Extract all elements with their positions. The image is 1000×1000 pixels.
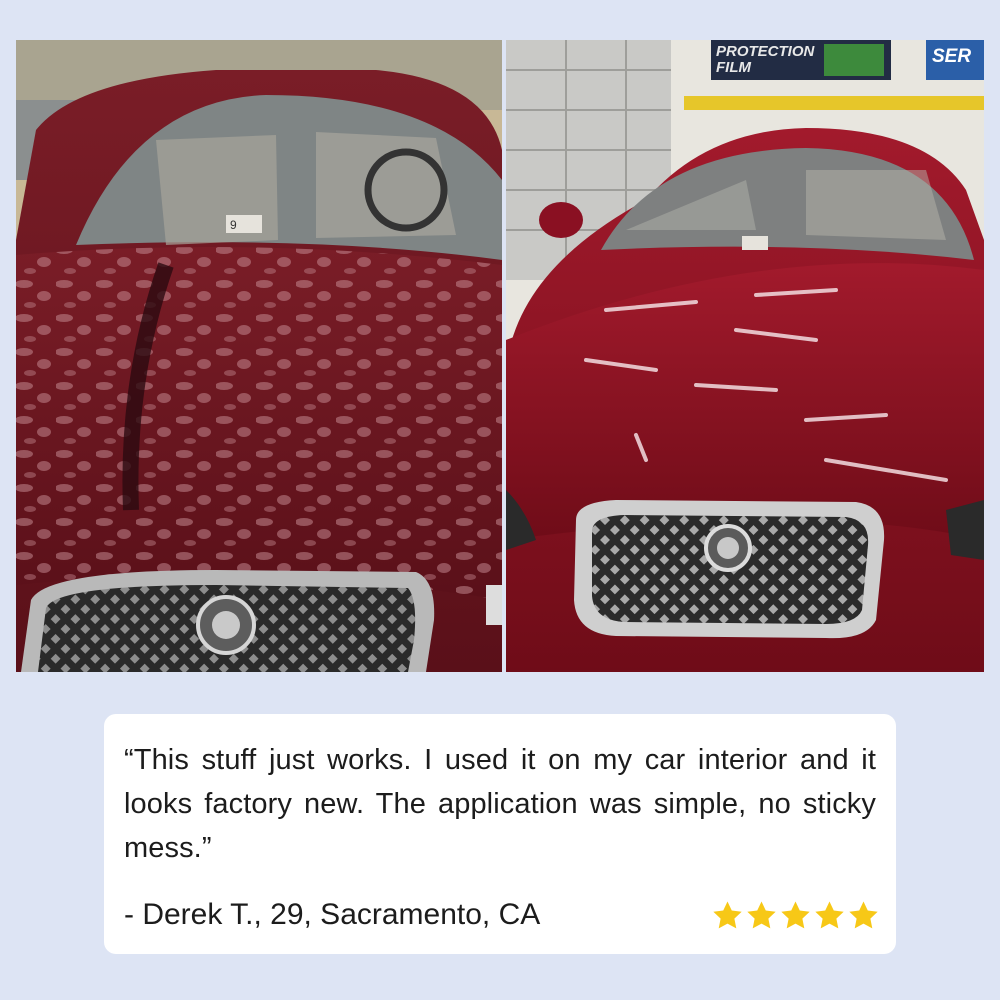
star-icon: [849, 900, 878, 928]
before-photo: 9: [16, 40, 502, 672]
review-card: “This stuff just works. I used it on my …: [104, 714, 896, 954]
inspection-sticker: 9: [230, 218, 237, 232]
star-icon: [815, 900, 844, 928]
review-footer: - Derek T., 29, Sacramento, CA: [124, 898, 880, 932]
after-car-illustration: PROTECTION FILM SER: [506, 40, 984, 672]
before-after-photos: 9 PROTECTION FILM SER: [16, 40, 984, 672]
star-icon: [713, 900, 742, 928]
review-quote: “This stuff just works. I used it on my …: [124, 744, 876, 864]
reviewer-name: - Derek T., 29, Sacramento, CA: [124, 898, 541, 931]
before-car-illustration: 9: [16, 40, 502, 672]
poster-film-text: FILM: [716, 59, 751, 76]
star-icon: [747, 900, 776, 928]
poster-protection-text: PROTECTION: [716, 43, 816, 60]
after-photo: PROTECTION FILM SER: [506, 40, 984, 672]
star-rating: [711, 899, 880, 932]
poster-service-text: SER: [932, 46, 971, 67]
star-icon: [781, 900, 810, 928]
